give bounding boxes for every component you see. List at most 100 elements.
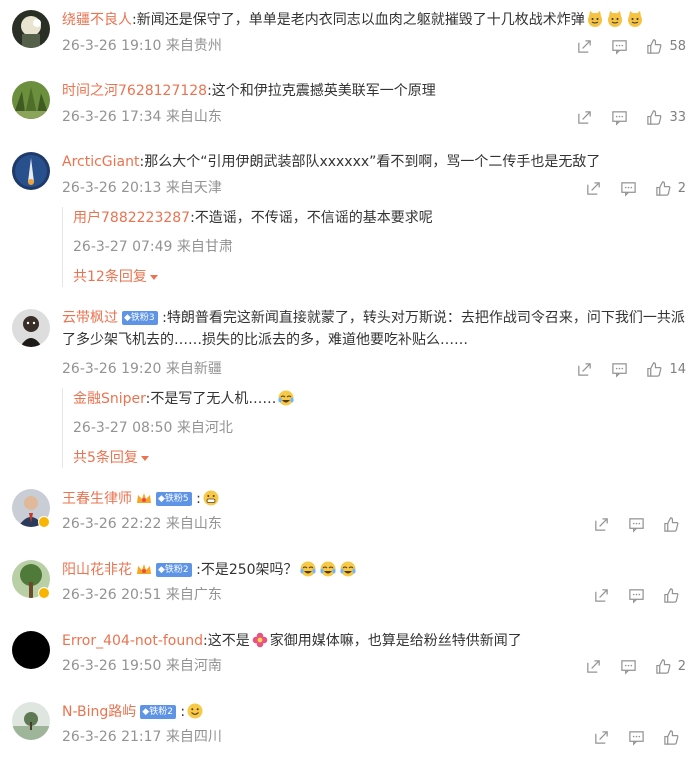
avatar[interactable] <box>12 81 50 119</box>
share-button[interactable] <box>585 658 602 675</box>
caret-down-icon <box>149 274 158 280</box>
comment-meta: 26-3-26 19:10 来自贵州 <box>62 38 222 54</box>
comment-button[interactable] <box>611 109 628 126</box>
comment-button[interactable] <box>628 516 645 533</box>
username-link[interactable]: 云带枫过 <box>62 310 118 326</box>
share-button[interactable] <box>593 516 610 533</box>
comment-icon <box>620 181 636 197</box>
more-replies-link[interactable]: 共5条回复 <box>73 448 686 468</box>
share-button[interactable] <box>576 361 593 378</box>
like-count: 58 <box>669 38 686 54</box>
share-icon <box>586 181 600 195</box>
comment-actions: 58 <box>576 36 686 56</box>
avatar[interactable] <box>12 152 50 190</box>
avatar[interactable] <box>12 702 50 740</box>
thumbs-up-icon <box>664 729 679 745</box>
reply-text: :不是写了无人机…… <box>145 391 277 407</box>
verified-badge-icon <box>38 516 50 528</box>
share-button[interactable] <box>576 38 593 55</box>
like-button[interactable] <box>663 587 686 604</box>
share-icon <box>595 588 608 602</box>
thumbs-up-icon <box>655 658 671 674</box>
comment-button[interactable] <box>611 361 628 378</box>
comment-actions: 33 <box>576 107 686 127</box>
comment-actions: 2 <box>585 656 686 676</box>
comment-text-part-1: :这不是 <box>203 633 250 649</box>
diamond-icon: ◆ <box>124 313 131 323</box>
comment-text: : <box>196 491 201 507</box>
comment-button[interactable] <box>628 587 645 604</box>
share-icon <box>595 517 608 531</box>
comment-item: ArcticGiant:那么大个“引用伊朗武装部队xxxxxx”看不到啊，骂一个… <box>0 151 696 291</box>
username-link[interactable]: 王春生律师 <box>62 491 132 507</box>
more-replies-label: 共5条回复 <box>73 450 138 466</box>
fan-badge-label: 铁粉5 <box>164 494 189 504</box>
share-icon <box>578 110 592 124</box>
share-icon <box>578 362 592 376</box>
comment-meta: 26-3-26 20:13 来自天津 <box>62 180 222 196</box>
like-button[interactable]: 2 <box>655 180 686 197</box>
comment-icon <box>612 39 628 55</box>
diamond-icon: ◆ <box>158 494 165 504</box>
thumbs-up-icon <box>647 38 662 54</box>
avatar[interactable] <box>12 309 50 347</box>
comment-meta: 26-3-26 20:51 来自广东 <box>62 587 222 603</box>
share-button[interactable] <box>593 729 610 746</box>
comment-actions: 2 <box>585 178 686 198</box>
reply-block: 用户7882223287:不造谣，不传谣，不信谣的基本要求呢 26-3-27 0… <box>62 207 686 287</box>
like-button[interactable]: 2 <box>655 658 686 675</box>
laugh-cry-emoji <box>339 560 357 578</box>
comment-button[interactable] <box>620 180 637 197</box>
username-link[interactable]: ArcticGiant <box>62 154 139 170</box>
like-button[interactable] <box>663 516 686 533</box>
share-button[interactable] <box>585 180 602 197</box>
fan-badge-label: 铁粉2 <box>149 707 173 717</box>
comment-content: 时间之河7628127128:这个和伊拉克震撼英美联军一个原理 <box>62 80 436 102</box>
comment-meta: 26-3-26 21:17 来自四川 <box>62 729 222 745</box>
comment-item: 云带枫过 ◆铁粉3 :特朗普看完这新闻直接就蒙了，转头对万斯说：去把作战司令召来，… <box>0 307 696 475</box>
reply-username-link[interactable]: 用户7882223287 <box>73 210 190 226</box>
like-button[interactable]: 33 <box>646 109 686 126</box>
share-button[interactable] <box>576 109 593 126</box>
cat-doge-emoji <box>606 10 624 28</box>
reply-meta: 26-3-27 07:49 来自甘肃 <box>73 239 233 255</box>
comment-icon <box>629 517 644 533</box>
comment-button[interactable] <box>611 38 628 55</box>
comment-text: :这个和伊拉克震撼英美联军一个原理 <box>207 83 436 99</box>
fan-badge-label: 铁粉2 <box>164 565 189 575</box>
comment-meta: 26-3-26 17:34 来自山东 <box>62 109 222 125</box>
username-link[interactable]: N-Bing路屿 <box>62 704 136 720</box>
like-button[interactable]: 58 <box>646 38 686 55</box>
more-replies-label: 共12条回复 <box>73 269 147 285</box>
like-count: 33 <box>669 109 686 125</box>
fan-badge: ◆铁粉3 <box>122 311 158 325</box>
comment-item: 时间之河7628127128:这个和伊拉克震撼英美联军一个原理 26-3-26 … <box>0 80 696 140</box>
comment-button[interactable] <box>620 658 637 675</box>
comment-button[interactable] <box>628 729 645 746</box>
fan-badge: ◆铁粉5 <box>156 492 192 506</box>
crown-icon <box>136 562 152 576</box>
username-link[interactable]: 时间之河7628127128 <box>62 83 207 99</box>
crown-icon <box>136 491 152 505</box>
like-button[interactable]: 14 <box>646 361 686 378</box>
diamond-icon: ◆ <box>158 565 165 575</box>
like-button[interactable] <box>663 729 686 746</box>
avatar[interactable] <box>12 631 50 669</box>
comment-text: :新闻还是保守了，单单是老内衣同志以血肉之躯就摧毁了十几枚战术炸弹 <box>132 12 585 28</box>
comment-icon <box>629 588 644 604</box>
comment-item: N-Bing路屿 ◆铁粉2 : 26-3-26 21:17 来自四川 <box>0 701 696 761</box>
cat-doge-emoji <box>586 10 604 28</box>
reply-text: :不造谣，不传谣，不信谣的基本要求呢 <box>190 210 433 226</box>
comment-actions <box>593 585 686 605</box>
reply-username-link[interactable]: 金融Sniper <box>73 391 146 407</box>
comment-meta: 26-3-26 22:22 来自山东 <box>62 516 222 532</box>
avatar[interactable] <box>12 10 50 48</box>
grin-emoji <box>202 489 220 507</box>
username-link[interactable]: Error_404-not-found <box>62 633 203 649</box>
share-button[interactable] <box>593 587 610 604</box>
username-link[interactable]: 绕疆不良人 <box>62 12 132 28</box>
more-replies-link[interactable]: 共12条回复 <box>73 267 686 287</box>
reply-meta: 26-3-27 08:50 来自河北 <box>73 420 233 436</box>
username-link[interactable]: 阳山花非花 <box>62 562 132 578</box>
comment-content: 云带枫过 ◆铁粉3 :特朗普看完这新闻直接就蒙了，转头对万斯说：去把作战司令召来，… <box>62 307 688 351</box>
